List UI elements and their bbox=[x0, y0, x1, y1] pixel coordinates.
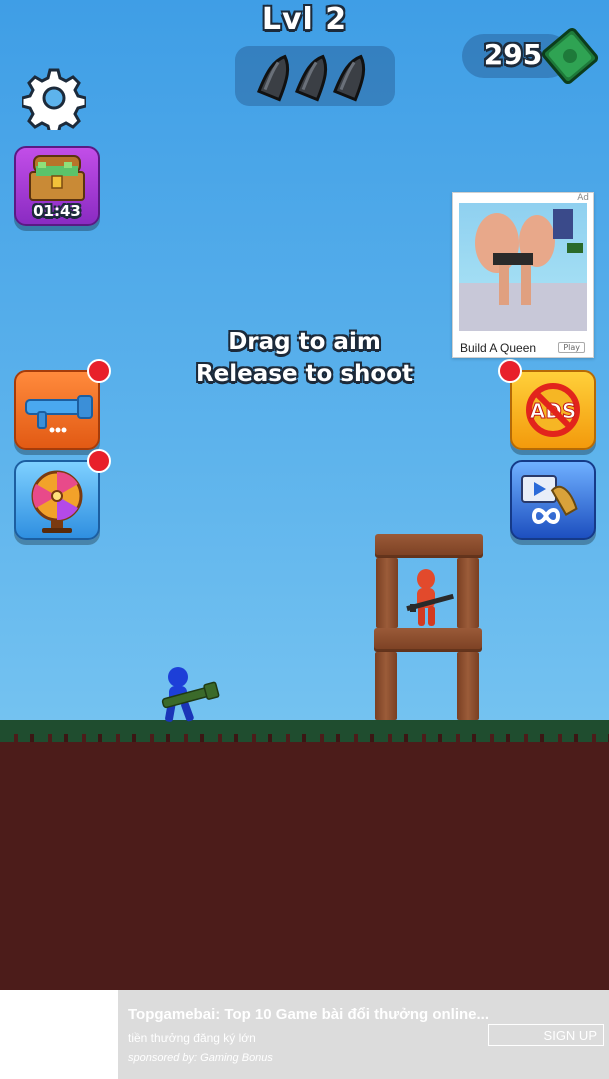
prize-wheel-icon bbox=[31, 470, 83, 533]
ground-edge bbox=[0, 734, 609, 742]
wood-post bbox=[457, 652, 479, 720]
bullet-icon bbox=[332, 54, 366, 102]
wood-post bbox=[375, 652, 397, 720]
ammo-panel bbox=[235, 46, 395, 106]
bullet-icon bbox=[294, 54, 328, 102]
hint-line-shoot: Release to shoot bbox=[195, 361, 414, 387]
cash-icon bbox=[541, 27, 599, 85]
enemy-soldier bbox=[406, 569, 454, 626]
banner-ad[interactable]: Topgamebai: Top 10 Game bài đổi thưởng o… bbox=[0, 990, 609, 1079]
treasure-chest-button[interactable]: 01:43 bbox=[14, 146, 100, 226]
banner-title: Topgamebai: Top 10 Game bài đổi thưởng o… bbox=[128, 1006, 489, 1023]
wood-plank-middle bbox=[374, 628, 482, 652]
ad-title: Build A Queen bbox=[460, 341, 537, 355]
wood-plank-top bbox=[375, 534, 483, 558]
ad-image bbox=[459, 203, 587, 331]
video-infinity-icon bbox=[521, 475, 578, 524]
money-value: 295 bbox=[483, 38, 543, 71]
banner-sponsor: sponsored by: Gaming Bonus bbox=[128, 1052, 273, 1064]
chest-timer: 01:43 bbox=[33, 202, 81, 220]
treasure-chest-icon bbox=[29, 155, 85, 201]
video-bonus-button[interactable] bbox=[510, 460, 596, 540]
wood-post bbox=[457, 558, 479, 628]
game-scene[interactable]: Lvl 2 295 01:43 Drag to aim Release to s… bbox=[0, 0, 609, 990]
gear-icon[interactable] bbox=[22, 66, 86, 130]
player-soldier bbox=[161, 667, 220, 722]
ad-play-button[interactable]: Play bbox=[558, 342, 585, 353]
level-label: Lvl 2 bbox=[261, 2, 348, 37]
prize-wheel-button[interactable] bbox=[14, 460, 100, 540]
wheel-notification-dot bbox=[87, 449, 111, 473]
banner-ad-content[interactable]: Topgamebai: Top 10 Game bài đổi thưởng o… bbox=[118, 990, 609, 1079]
ad-badge: Ad bbox=[577, 193, 589, 203]
banner-subtitle: tiền thưởng đăng ký lớn bbox=[128, 1031, 256, 1045]
ground bbox=[0, 734, 609, 990]
signup-button[interactable]: SIGN UP bbox=[488, 1024, 604, 1046]
sponsored-ad-card[interactable]: Ad Build A Queen Play bbox=[452, 192, 594, 358]
bullet-icon bbox=[256, 54, 290, 102]
wood-post bbox=[376, 558, 398, 628]
